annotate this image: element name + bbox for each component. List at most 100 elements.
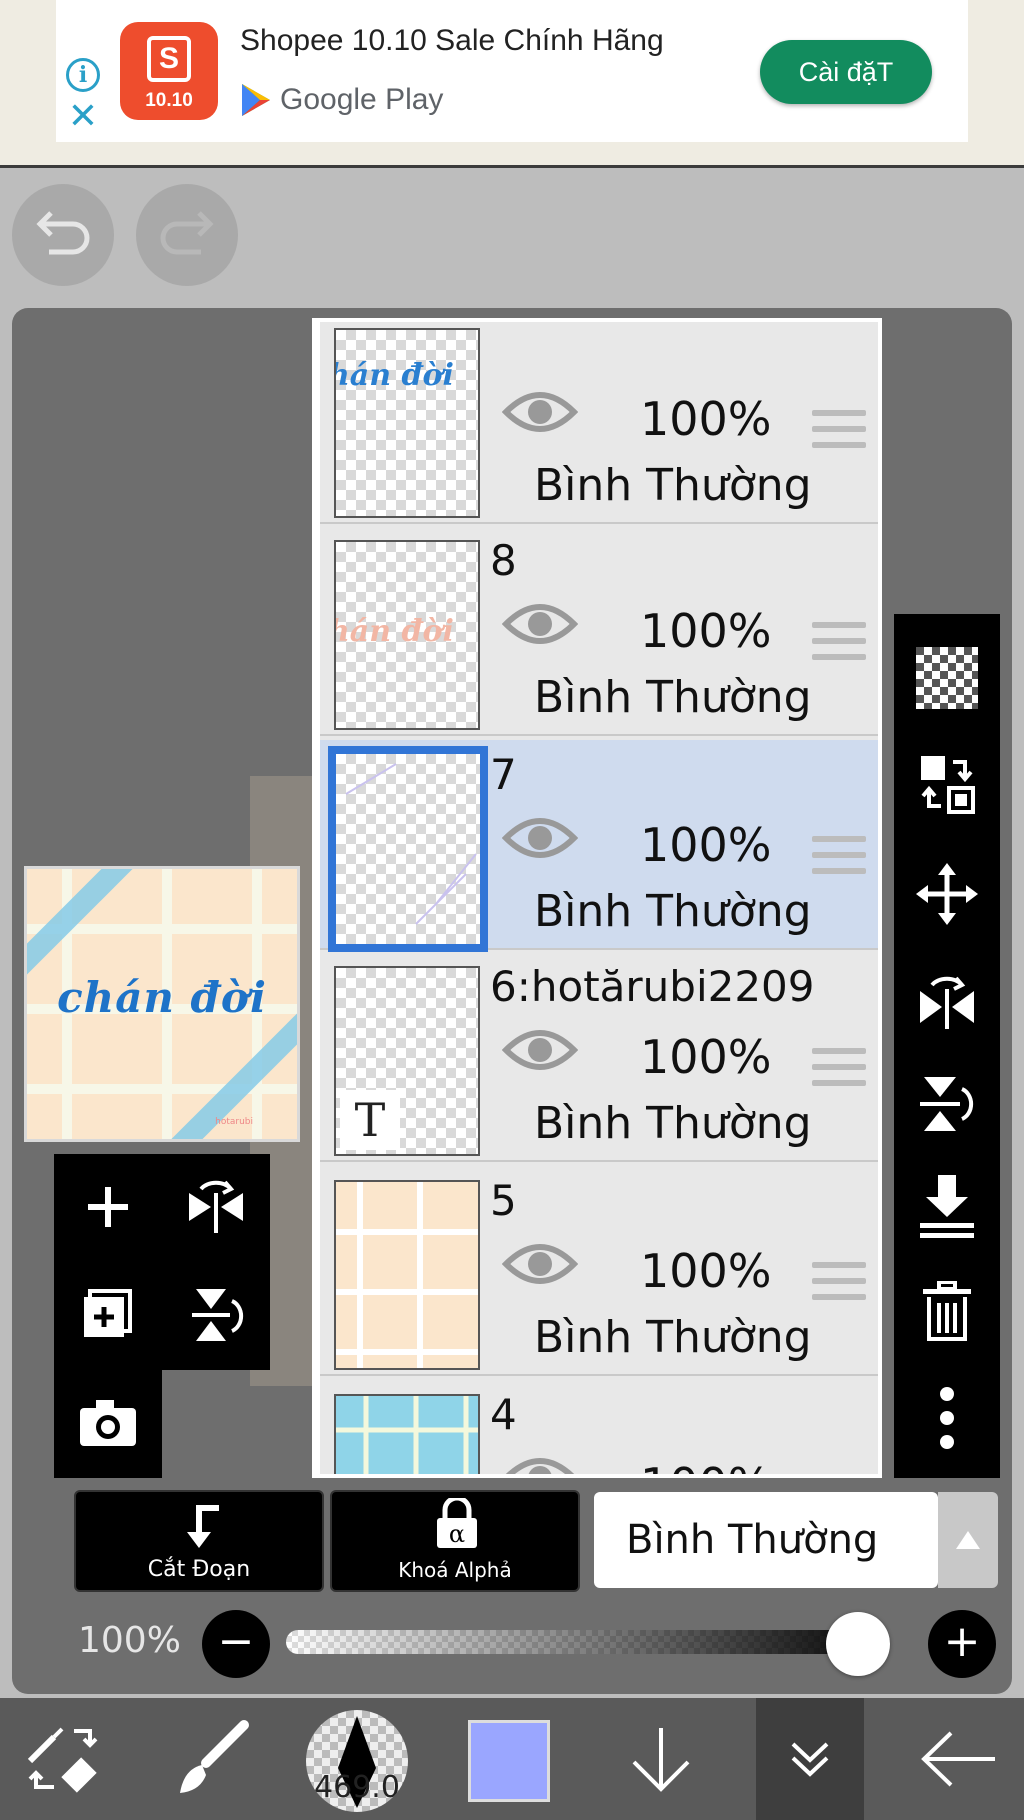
flip-horizontal-right-button[interactable] (894, 948, 1000, 1052)
clipping-button[interactable]: Cắt Đoạn (74, 1490, 324, 1592)
layer-thumbnail[interactable] (334, 1180, 480, 1370)
merge-down-button[interactable] (894, 1154, 1000, 1258)
ad-store: Google Play (240, 80, 443, 120)
layer-row-4[interactable]: 4 100% (320, 1380, 878, 1474)
add-layer-button[interactable] (54, 1154, 162, 1260)
google-play-icon (242, 84, 270, 116)
undo-icon (36, 211, 90, 255)
close-icon[interactable]: ✕ (64, 98, 102, 136)
more-vertical-icon (940, 1387, 954, 1449)
eye-icon[interactable] (502, 1238, 578, 1290)
tool-swap-button[interactable] (14, 1698, 114, 1820)
arrow-down-icon (632, 1728, 690, 1792)
undo-button[interactable] (12, 184, 114, 286)
blend-mode-dropdown-button[interactable] (938, 1492, 998, 1588)
layer-thumbnail[interactable] (328, 746, 488, 952)
drag-handle-icon[interactable] (812, 410, 866, 458)
layer-blend-mode: Bình Thường (534, 1312, 812, 1363)
clipping-label: Cắt Đoạn (147, 1557, 251, 1582)
opacity-increase-button[interactable]: + (928, 1610, 996, 1678)
eye-icon[interactable] (502, 1024, 578, 1076)
ad-title: Shopee 10.10 Sale Chính Hãng (240, 24, 664, 57)
move-icon (916, 863, 978, 925)
delete-layer-button[interactable] (894, 1260, 1000, 1364)
canvas-preview: chán đời hotarubi (24, 866, 300, 1142)
alpha-lock-label: Khoá Alphả (398, 1558, 512, 1582)
opacity-decrease-button[interactable]: − (202, 1610, 270, 1678)
layer-menu-button[interactable] (756, 1698, 864, 1820)
layer-opacity: 100% (640, 818, 772, 872)
drag-handle-icon[interactable] (812, 622, 866, 670)
more-options-button[interactable] (894, 1366, 1000, 1470)
merge-down-icon (920, 1175, 974, 1238)
ad-banner: i ✕ S 10.10 Shopee 10.10 Sale Chính Hãng… (0, 0, 1024, 168)
layer-name: 5 (490, 1176, 517, 1225)
redo-button[interactable] (136, 184, 238, 286)
checkerboard-icon (916, 647, 978, 709)
layer-thumbnail[interactable]: hán đời (334, 540, 480, 730)
layer-name: 4 (490, 1390, 517, 1439)
alpha-lock-button[interactable]: α Khoá Alphả (330, 1490, 580, 1592)
duplicate-icon (84, 1289, 132, 1337)
brush-size-button[interactable]: 469.0 (306, 1710, 408, 1812)
flip-vertical-icon (920, 1077, 974, 1131)
info-icon[interactable]: i (66, 58, 100, 92)
drag-handle-icon[interactable] (812, 1048, 866, 1096)
eye-icon[interactable] (502, 1452, 578, 1474)
color-swatch[interactable] (468, 1720, 550, 1802)
eye-icon[interactable] (502, 386, 578, 438)
flip-horizontal-icon (189, 1180, 243, 1233)
layer-opacity: 100% (640, 604, 772, 658)
layer-row-9[interactable]: hán đời 100% Bình Thường (320, 322, 878, 524)
shopee-logo-label: 10.10 (145, 90, 193, 111)
move-button[interactable] (894, 842, 1000, 946)
drag-handle-icon[interactable] (812, 836, 866, 884)
swap-layer-icon (921, 756, 975, 814)
layer-name: 7 (490, 750, 517, 799)
layer-panel: hán đời 100% Bình Thường hán đời 8 100% … (312, 318, 882, 1478)
text-layer-icon: T (340, 1090, 400, 1150)
layer-row-7[interactable]: 7 100% Bình Thường (320, 740, 878, 952)
layer-row-6[interactable]: T 6:hotărubi2209 100% Bình Thường (320, 952, 878, 1162)
layer-thumbnail[interactable]: T (334, 966, 480, 1156)
triangle-up-icon (956, 1531, 980, 1549)
brush-icon (180, 1720, 249, 1793)
preview-signature: hotarubi (215, 1117, 253, 1127)
layer-name: 8 (490, 536, 517, 585)
layer-thumbnail[interactable]: hán đời (334, 328, 480, 518)
layer-list[interactable]: hán đời 100% Bình Thường hán đời 8 100% … (320, 322, 878, 1474)
brush-tool-button[interactable] (160, 1698, 260, 1820)
opacity-slider-track[interactable] (286, 1630, 890, 1654)
drag-handle-icon[interactable] (812, 1262, 866, 1310)
bottom-toolbar: 469.0 (0, 1698, 1024, 1820)
thumb-grid (336, 1182, 478, 1368)
flip-vertical-button[interactable] (162, 1262, 270, 1368)
shopee-logo: S 10.10 (120, 22, 218, 120)
layer-blend-mode: Bình Thường (534, 1098, 812, 1149)
ad-card[interactable]: i ✕ S 10.10 Shopee 10.10 Sale Chính Hãng… (56, 0, 968, 142)
layer-row-5[interactable]: 5 100% Bình Thường (320, 1166, 878, 1376)
copy-layer-button[interactable] (54, 1262, 162, 1368)
flip-horizontal-button[interactable] (162, 1154, 270, 1260)
layer-tools-right (894, 614, 1000, 1478)
opacity-slider-knob[interactable] (826, 1612, 890, 1676)
thumb-grid (336, 1396, 478, 1474)
lock-alpha-icon: α (437, 1498, 477, 1548)
flip-vertical-icon (192, 1289, 244, 1341)
flip-vertical-right-button[interactable] (894, 1052, 1000, 1156)
move-down-button[interactable] (616, 1698, 706, 1820)
layer-row-8[interactable]: hán đời 8 100% Bình Thường (320, 526, 878, 736)
arrow-left-icon (921, 1731, 995, 1787)
blend-mode-select[interactable]: Bình Thường (594, 1492, 938, 1588)
eye-icon[interactable] (502, 812, 578, 864)
eye-icon[interactable] (502, 598, 578, 650)
camera-button[interactable] (54, 1370, 162, 1476)
install-button[interactable]: Cài đặT (760, 40, 932, 104)
trash-icon (923, 1281, 971, 1341)
preview-text: chán đời (57, 973, 267, 1022)
clipping-arrow-icon (187, 1505, 219, 1548)
transparent-layer-button[interactable] (894, 626, 1000, 730)
convert-layer-button[interactable] (894, 732, 1000, 836)
layer-thumbnail[interactable] (334, 1394, 480, 1474)
back-button[interactable] (904, 1698, 1014, 1820)
